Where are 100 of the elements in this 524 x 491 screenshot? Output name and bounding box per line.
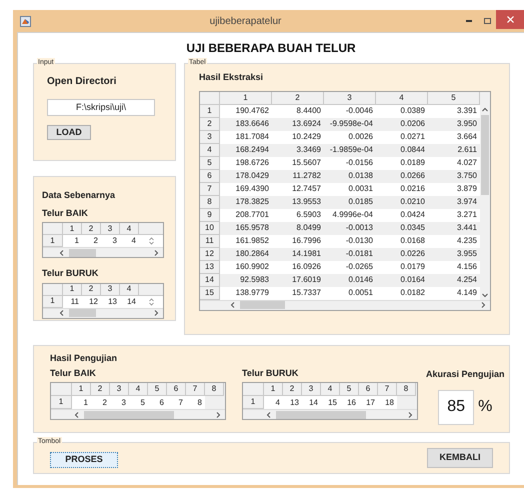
column-header[interactable]: 2 <box>272 92 324 104</box>
column-header[interactable]: 7 <box>378 383 397 396</box>
row-header[interactable]: 1 <box>43 296 63 308</box>
column-header[interactable]: 4 <box>376 92 428 104</box>
row-header[interactable]: 9 <box>200 208 220 222</box>
column-header[interactable]: 1 <box>63 284 82 296</box>
column-header[interactable]: 7 <box>186 383 205 396</box>
table-cell: 15 <box>321 396 340 409</box>
column-header[interactable]: 8 <box>397 383 416 396</box>
table-cell: 17 <box>359 396 378 409</box>
column-header[interactable]: 1 <box>220 92 272 104</box>
table-cell: -0.0046 <box>324 104 376 118</box>
table-cell: 16.0926 <box>272 260 324 274</box>
row-header[interactable]: 6 <box>200 170 220 182</box>
column-header[interactable]: 3 <box>324 92 376 104</box>
table-label: Telur BURUK <box>242 366 298 380</box>
scroll-right-icon[interactable] <box>215 412 221 418</box>
column-header[interactable]: 1 <box>63 223 82 235</box>
load-button[interactable]: LOAD <box>47 125 91 140</box>
row-header[interactable]: 1 <box>200 104 220 118</box>
row-header[interactable]: 3 <box>200 130 220 144</box>
column-header[interactable]: 4 <box>120 284 139 296</box>
column-header[interactable]: 4 <box>321 383 340 396</box>
scroll-left-icon[interactable] <box>74 412 80 418</box>
column-header[interactable]: 4 <box>129 383 148 396</box>
table-cell: 3.391 <box>428 104 480 118</box>
column-header[interactable]: 5 <box>340 383 359 396</box>
column-header[interactable]: 5 <box>148 383 167 396</box>
horizontal-scrollbar[interactable] <box>243 409 417 419</box>
scrollbar-thumb[interactable] <box>69 309 96 317</box>
path-field[interactable]: F:\skripsi\uji\ <box>47 99 155 116</box>
scroll-right-icon[interactable] <box>153 310 159 316</box>
proses-button[interactable]: PROSES <box>50 452 118 468</box>
column-header[interactable]: 3 <box>302 383 321 396</box>
column-header[interactable]: 2 <box>283 383 302 396</box>
row-header[interactable]: 5 <box>200 156 220 170</box>
column-header[interactable]: 6 <box>167 383 186 396</box>
scroll-up-icon[interactable] <box>482 106 488 112</box>
column-header[interactable]: 4 <box>120 223 139 235</box>
row-header[interactable]: 11 <box>200 234 220 248</box>
row-header[interactable]: 1 <box>51 396 72 409</box>
scrollbar-thumb[interactable] <box>84 410 174 418</box>
scroll-left-icon[interactable] <box>230 302 236 308</box>
column-header[interactable]: 2 <box>82 223 101 235</box>
kembali-button[interactable]: KEMBALI <box>427 448 493 468</box>
maximize-icon <box>484 18 490 24</box>
column-header[interactable]: 5 <box>428 92 480 104</box>
table-cell: 5 <box>129 396 148 409</box>
table-label: Telur BAIK <box>42 206 89 220</box>
table-cell: 1 <box>72 396 91 409</box>
scroll-left-icon[interactable] <box>266 412 272 418</box>
row-header[interactable]: 2 <box>200 118 220 130</box>
row-header[interactable]: 1 <box>43 235 63 247</box>
column-header[interactable]: 1 <box>72 383 91 396</box>
table-cell: 3.664 <box>428 130 480 144</box>
scrollbar-thumb[interactable] <box>69 248 96 256</box>
column-header[interactable]: 3 <box>101 223 120 235</box>
column-header[interactable]: 3 <box>101 284 120 296</box>
column-header[interactable]: 2 <box>91 383 110 396</box>
row-header[interactable]: 12 <box>200 248 220 260</box>
close-button[interactable] <box>496 10 524 28</box>
table-cell: 0.0168 <box>376 234 428 248</box>
scroll-right-icon[interactable] <box>153 250 159 256</box>
table-cell: 6 <box>148 396 167 409</box>
close-icon <box>506 16 514 22</box>
row-header[interactable]: 13 <box>200 260 220 274</box>
scroll-arrows-icon[interactable] <box>148 237 154 245</box>
accuracy-field[interactable]: 85 <box>438 390 474 424</box>
row-header[interactable]: 15 <box>200 286 220 300</box>
row-header[interactable]: 1 <box>243 396 264 409</box>
scroll-left-icon[interactable] <box>59 310 65 316</box>
column-header[interactable]: 2 <box>82 284 101 296</box>
scroll-arrows-icon[interactable] <box>148 298 154 306</box>
window-title: ujibeberapatelur <box>210 14 282 28</box>
scroll-right-icon[interactable] <box>407 412 413 418</box>
scrollbar-thumb[interactable] <box>481 114 489 194</box>
row-header[interactable]: 8 <box>200 196 220 208</box>
table-cell: 15.7337 <box>272 286 324 300</box>
scrollbar-thumb[interactable] <box>240 301 285 309</box>
column-header[interactable]: 8 <box>205 383 224 396</box>
horizontal-scrollbar[interactable] <box>43 308 163 318</box>
row-header[interactable]: 4 <box>200 144 220 156</box>
table-cell: 190.4762 <box>220 104 272 118</box>
scroll-down-icon[interactable] <box>482 292 488 298</box>
row-header[interactable]: 10 <box>200 222 220 234</box>
table-cell: 18 <box>378 396 397 409</box>
scrollbar-thumb[interactable] <box>276 410 366 418</box>
minimize-icon <box>466 20 472 22</box>
column-header[interactable]: 1 <box>264 383 283 396</box>
scroll-right-icon[interactable] <box>480 302 486 308</box>
row-header[interactable]: 14 <box>200 274 220 286</box>
vertical-scrollbar[interactable] <box>480 104 490 300</box>
horizontal-scrollbar[interactable] <box>51 409 225 419</box>
column-header[interactable]: 3 <box>110 383 129 396</box>
horizontal-scrollbar[interactable] <box>200 300 490 310</box>
scroll-left-icon[interactable] <box>59 250 65 256</box>
horizontal-scrollbar[interactable] <box>43 247 163 257</box>
table-cell: -0.0156 <box>324 156 376 170</box>
row-header[interactable]: 7 <box>200 182 220 196</box>
column-header[interactable]: 6 <box>359 383 378 396</box>
